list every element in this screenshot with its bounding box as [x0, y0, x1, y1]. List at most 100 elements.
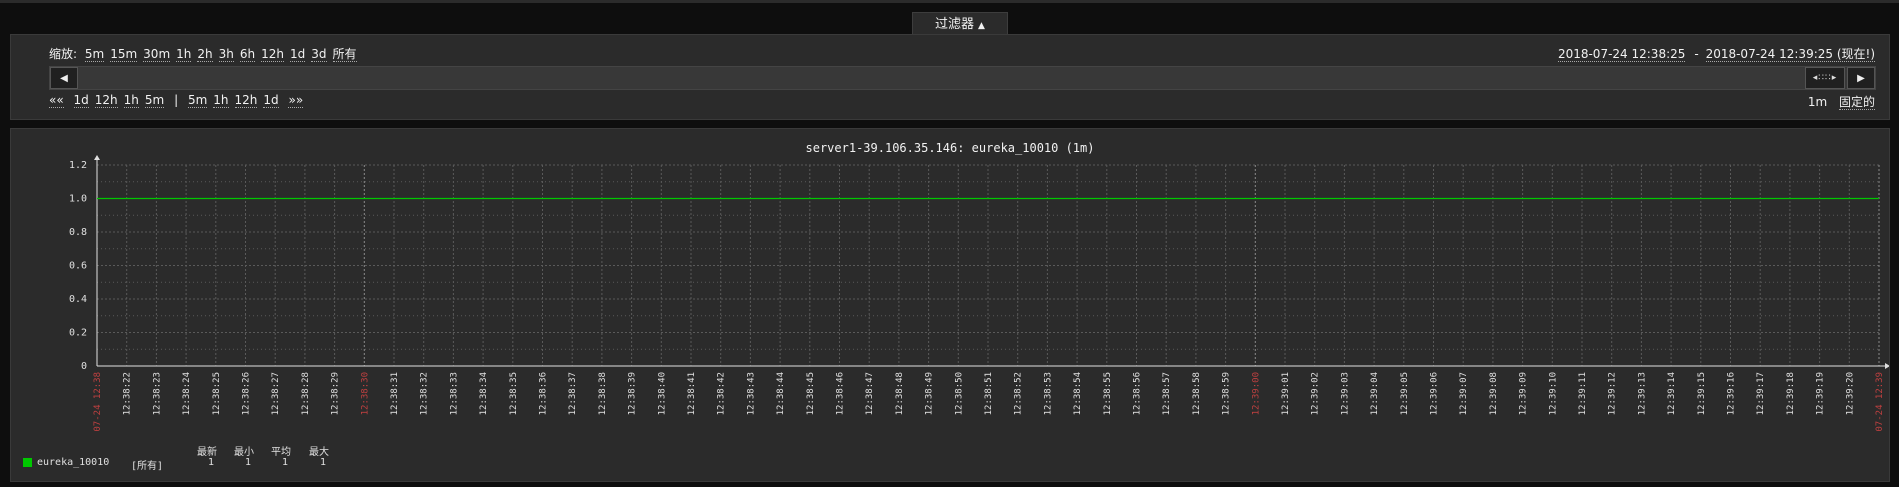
y-tick-label: 0.4: [69, 294, 87, 305]
x-tick-label: 12:38:52: [1014, 372, 1024, 415]
triangle-right-icon[interactable]: ▶: [1847, 67, 1875, 89]
zoom-option-所有[interactable]: 所有: [332, 47, 357, 62]
zoom-option-3h[interactable]: 3h: [218, 47, 234, 62]
zoom-option-6h[interactable]: 6h: [239, 47, 256, 62]
nav-forward-1h[interactable]: 1h: [213, 93, 229, 108]
filter-label: 过滤器: [935, 17, 975, 32]
x-tick-label: 12:38:27: [271, 372, 281, 415]
x-tick-label: 12:38:34: [479, 372, 489, 415]
x-tick-label: 12:39:17: [1756, 372, 1766, 415]
zoom-option-12h[interactable]: 12h: [261, 47, 285, 62]
legend-swatch: [23, 458, 32, 467]
nav-back-1h[interactable]: 1h: [123, 93, 139, 108]
y-tick-label: 1.0: [69, 194, 87, 205]
period-value: 1m: [1807, 95, 1828, 109]
x-tick-label: 12:39:15: [1697, 372, 1707, 415]
x-tick-label: 12:38:58: [1192, 372, 1202, 415]
nav-forward-5m[interactable]: 5m: [187, 93, 208, 108]
x-tick-label: 12:39:07: [1459, 372, 1469, 415]
legend-header-cell: 最新: [197, 447, 217, 458]
x-tick-label: 07-24 12:39: [1875, 372, 1885, 432]
x-tick-label: 12:39:16: [1727, 372, 1737, 415]
legend-header-cell: 最大: [309, 447, 329, 458]
filter-toggle-tab[interactable]: 过滤器 ▲: [912, 12, 1008, 36]
zoom-option-1h[interactable]: 1h: [176, 47, 192, 62]
zoom-option-1d[interactable]: 1d: [290, 47, 306, 62]
timeline-scrollbar[interactable]: ◀ ◂∷∷▸ ▶: [49, 66, 1876, 90]
x-tick-label: 12:38:57: [1162, 372, 1172, 415]
x-tick-label: 12:39:04: [1370, 372, 1380, 415]
time-filter-panel: 缩放: 5m 15m 30m 1h 2h 3h 6h 12h 1d 3d 所有 2018-07-24…: [10, 34, 1890, 120]
x-axis-arrow-icon: [1885, 363, 1889, 369]
nav-back-all-link[interactable]: ««: [49, 93, 64, 108]
period-from-link[interactable]: 2018-07-24 12:38:25: [1557, 47, 1686, 62]
x-tick-label: 12:38:25: [212, 372, 222, 415]
legend-avg: 1: [282, 457, 289, 468]
fixed-toggle-link[interactable]: 固定的: [1838, 95, 1875, 110]
zoom-option-15m[interactable]: 15m: [110, 47, 138, 62]
x-tick-label: 12:38:23: [152, 372, 162, 415]
legend-min: 1: [245, 457, 252, 468]
nav-back-1d[interactable]: 1d: [73, 93, 89, 108]
navigation-row: «« 1d 12h 1h 5m | 5m 1h 12h 1d »»: [49, 93, 309, 108]
x-tick-label: 12:39:14: [1667, 372, 1677, 415]
x-tick-label: 12:38:45: [806, 372, 816, 415]
triangle-left-icon[interactable]: ◀: [50, 67, 78, 89]
nav-back-5m[interactable]: 5m: [144, 93, 165, 108]
x-tick-label: 12:38:49: [925, 372, 935, 415]
x-tick-label: 12:39:05: [1400, 372, 1410, 415]
x-tick-label: 12:39:11: [1578, 372, 1588, 415]
x-tick-label: 12:38:46: [836, 372, 846, 415]
legend-name: eureka_10010: [37, 457, 110, 468]
x-tick-label: 12:38:24: [182, 372, 192, 415]
x-tick-label: 12:38:33: [449, 372, 459, 415]
x-tick-label: 12:39:19: [1816, 372, 1826, 415]
x-tick-label: 12:38:59: [1222, 372, 1232, 415]
x-tick-label: 12:38:36: [539, 372, 549, 415]
nav-back-12h[interactable]: 12h: [94, 93, 118, 108]
x-tick-label: 12:38:48: [895, 372, 905, 415]
zoom-row: 缩放: 5m 15m 30m 1h 2h 3h 6h 12h 1d 3d 所有: [49, 45, 363, 62]
x-tick-label: 12:38:26: [242, 372, 252, 415]
y-tick-label: 1.2: [69, 160, 87, 171]
x-tick-label: 12:39:09: [1519, 372, 1529, 415]
nav-forward-1d[interactable]: 1d: [263, 93, 279, 108]
zoom-option-2h[interactable]: 2h: [197, 47, 213, 62]
nav-forward-all-link[interactable]: »»: [288, 93, 304, 108]
line-chart[interactable]: 1.2 1.0 0.8 0.6 0.4 0.2 0 07-24 12:38 12:38:22 12…: [11, 129, 1889, 481]
x-tick-label: 12:38:50: [954, 372, 964, 415]
period-to-link[interactable]: 2018-07-24 12:39:25 (现在!): [1705, 47, 1875, 62]
scrollbar-handle[interactable]: ◂∷∷▸: [1805, 67, 1845, 89]
zoom-option-3d[interactable]: 3d: [311, 47, 327, 62]
x-tick-label: 12:38:47: [865, 372, 875, 415]
x-tick-label: 12:38:31: [390, 372, 400, 415]
legend-last: 1: [208, 457, 215, 468]
zoom-option-30m[interactable]: 30m: [143, 47, 171, 62]
x-tick-label: 12:38:53: [1043, 372, 1053, 415]
graph-panel: server1-39.106.35.146: eureka_10010 (1m)…: [10, 128, 1890, 482]
x-tick-label: 12:39:06: [1430, 372, 1440, 415]
x-tick-label: 12:38:28: [301, 372, 311, 415]
x-tick-label: 12:39:00: [1251, 372, 1261, 415]
zoom-option-5m[interactable]: 5m: [84, 47, 105, 62]
y-axis-arrow-icon: [94, 155, 100, 160]
x-tick-label: 12:38:22: [123, 372, 133, 415]
x-tick-label: 12:38:41: [687, 372, 697, 415]
x-tick-label: 12:38:42: [717, 372, 727, 415]
legend-header-cell: 最小: [234, 447, 254, 458]
period-controls: 1m 固定的: [1808, 93, 1875, 110]
x-tick-label: 12:38:32: [420, 372, 430, 415]
x-tick-label: 12:39:08: [1489, 372, 1499, 415]
x-tick-label: 12:39:10: [1548, 372, 1558, 415]
x-tick-label: 12:38:29: [331, 372, 341, 415]
period-separator: -: [1694, 47, 1699, 61]
x-tick-label: 12:38:30: [360, 372, 370, 415]
x-tick-label: 12:39:18: [1786, 372, 1796, 415]
nav-forward-12h[interactable]: 12h: [234, 93, 258, 108]
legend-scope: [所有]: [131, 461, 164, 472]
x-tick-label: 12:38:35: [509, 372, 519, 415]
y-tick-label: 0.8: [69, 227, 87, 238]
x-tick-label: 12:39:13: [1637, 372, 1647, 415]
top-border: [0, 0, 1899, 3]
period-range: 2018-07-24 12:38:25- 2018-07-24 12:39:25…: [1557, 45, 1875, 62]
